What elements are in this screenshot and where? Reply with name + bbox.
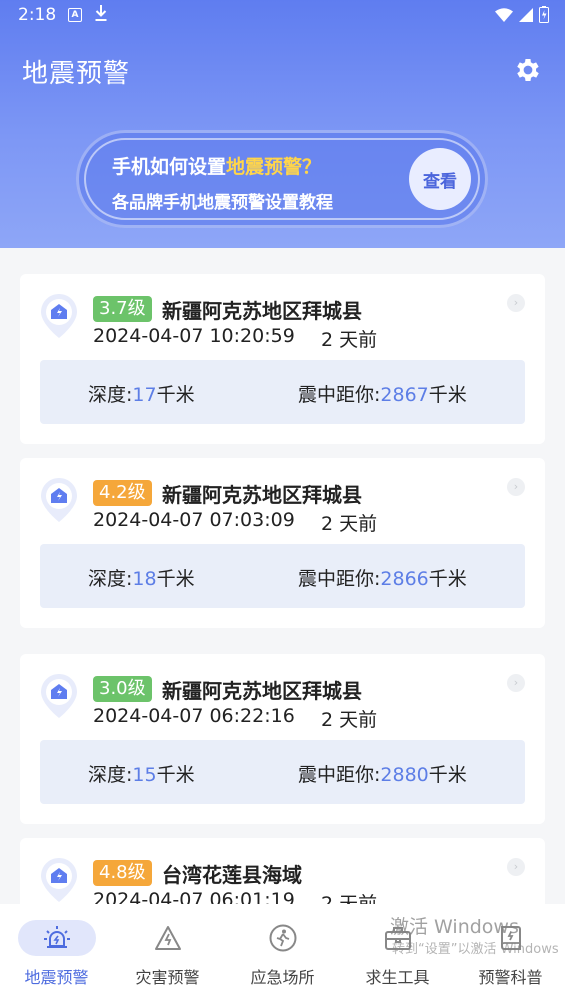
siren-icon xyxy=(43,926,70,948)
depth-label: 深度: xyxy=(88,568,133,590)
magnitude-badge: 4.8级 xyxy=(93,860,152,886)
status-right xyxy=(495,6,549,23)
wifi-icon xyxy=(495,7,513,22)
quake-card[interactable]: 3.7级 新疆阿克苏地区拜城县 2024-04-07 10:20:59 2 天前… xyxy=(20,274,545,444)
distance-label: 震中距你: xyxy=(298,764,381,786)
quake-time: 2024-04-07 07:03:09 xyxy=(93,509,295,531)
magnitude-badge: 4.2级 xyxy=(93,480,152,506)
page-title: 地震预警 xyxy=(22,59,131,89)
distance-unit: 千米 xyxy=(428,568,467,590)
quake-location: 新疆阿克苏地区拜城县 xyxy=(162,299,362,323)
depth-label: 深度: xyxy=(88,384,133,406)
tab-label: 求生工具 xyxy=(365,968,430,987)
banner-title: 手机如何设置地震预警？ xyxy=(112,152,321,179)
depth-value: 15 xyxy=(132,764,157,786)
quake-ago: 2 天前 xyxy=(321,329,378,351)
quake-ago: 2 天前 xyxy=(321,513,378,535)
tab-label: 应急场所 xyxy=(250,968,315,987)
quake-location: 新疆阿克苏地区拜城县 xyxy=(162,679,362,703)
depth-text: 深度:17千米 xyxy=(88,380,195,407)
tab-icon-wrap xyxy=(244,920,322,956)
quake-ago: 2 天前 xyxy=(321,893,378,904)
quake-time: 2024-04-07 06:01:19 xyxy=(93,889,295,904)
quake-info: 深度:18千米 震中距你:2866千米 xyxy=(40,544,525,608)
header: 2:18 A 地震预警 手机如何设置地震预警？ 各品牌手机地震预警设置教程 查看 xyxy=(0,0,565,248)
distance-text: 震中距你:2880千米 xyxy=(298,760,467,787)
depth-unit: 千米 xyxy=(156,568,195,590)
depth-text: 深度:18千米 xyxy=(88,564,195,591)
distance-label: 震中距你: xyxy=(298,568,381,590)
download-icon xyxy=(95,5,107,21)
distance-text: 震中距你:2866千米 xyxy=(298,564,467,591)
depth-value: 18 xyxy=(132,568,157,590)
banner-title-highlight: 地震预警？ xyxy=(226,156,322,178)
activation-watermark: 激活 Windows xyxy=(390,916,519,938)
exit-person-icon xyxy=(269,924,296,952)
chevron-right-icon[interactable]: › xyxy=(507,674,525,692)
battery-icon xyxy=(539,6,549,23)
location-pin-icon xyxy=(41,674,77,718)
tab-label: 预警科普 xyxy=(478,968,543,987)
signal-icon xyxy=(519,7,533,22)
banner-title-prefix: 手机如何设置 xyxy=(112,156,227,178)
activation-watermark-hint: 转到“设置”以激活 Windows xyxy=(392,942,559,957)
quake-location: 新疆阿克苏地区拜城县 xyxy=(162,483,362,507)
tab-earthquake-warning[interactable]: 地震预警 xyxy=(0,904,113,1004)
quake-ago: 2 天前 xyxy=(321,709,378,731)
depth-text: 深度:15千米 xyxy=(88,760,195,787)
tutorial-banner[interactable]: 手机如何设置地震预警？ 各品牌手机地震预警设置教程 查看 xyxy=(76,130,488,228)
distance-unit: 千米 xyxy=(428,384,467,406)
magnitude-badge: 3.0级 xyxy=(93,676,152,702)
gear-icon[interactable] xyxy=(513,55,543,85)
distance-value: 2880 xyxy=(380,764,429,786)
depth-label: 深度: xyxy=(88,764,133,786)
distance-unit: 千米 xyxy=(428,764,467,786)
quake-time: 2024-04-07 10:20:59 xyxy=(93,325,295,347)
tab-icon-wrap xyxy=(17,920,96,956)
location-pin-icon xyxy=(41,478,77,522)
accessibility-icon: A xyxy=(68,8,82,22)
tab-icon-wrap xyxy=(129,920,207,956)
quake-card[interactable]: 3.0级 新疆阿克苏地区拜城县 2024-04-07 06:22:16 2 天前… xyxy=(20,654,545,824)
location-pin-icon xyxy=(41,294,77,338)
distance-value: 2867 xyxy=(380,384,429,406)
quake-card[interactable]: 4.2级 新疆阿克苏地区拜城县 2024-04-07 07:03:09 2 天前… xyxy=(20,458,545,628)
warning-triangle-icon xyxy=(154,926,181,950)
depth-unit: 千米 xyxy=(156,384,195,406)
depth-value: 17 xyxy=(132,384,157,406)
status-bar: 2:18 A xyxy=(0,0,565,32)
quake-list[interactable]: 3.7级 新疆阿克苏地区拜城县 2024-04-07 10:20:59 2 天前… xyxy=(0,248,565,904)
chevron-right-icon[interactable]: › xyxy=(507,294,525,312)
distance-value: 2866 xyxy=(380,568,429,590)
chevron-right-icon[interactable]: › xyxy=(507,858,525,876)
distance-text: 震中距你:2867千米 xyxy=(298,380,467,407)
view-button[interactable]: 查看 xyxy=(409,148,471,210)
status-time: 2:18 xyxy=(18,5,57,25)
quake-location: 台湾花莲县海域 xyxy=(162,863,302,887)
tab-emergency-shelter[interactable]: 应急场所 xyxy=(226,904,339,1004)
quake-info: 深度:17千米 震中距你:2867千米 xyxy=(40,360,525,424)
tab-disaster-warning[interactable]: 灾害预警 xyxy=(111,904,224,1004)
location-pin-icon xyxy=(41,858,77,902)
tab-label: 地震预警 xyxy=(24,968,89,987)
quake-info: 深度:15千米 震中距你:2880千米 xyxy=(40,740,525,804)
depth-unit: 千米 xyxy=(156,764,195,786)
magnitude-badge: 3.7级 xyxy=(93,296,152,322)
quake-time: 2024-04-07 06:22:16 xyxy=(93,705,295,727)
tab-label: 灾害预警 xyxy=(135,968,200,987)
distance-label: 震中距你: xyxy=(298,384,381,406)
quake-card[interactable]: 4.8级 台湾花莲县海域 2024-04-07 06:01:19 2 天前 › xyxy=(20,838,545,904)
banner-subtitle: 各品牌手机地震预警设置教程 xyxy=(112,193,333,213)
chevron-right-icon[interactable]: › xyxy=(507,478,525,496)
